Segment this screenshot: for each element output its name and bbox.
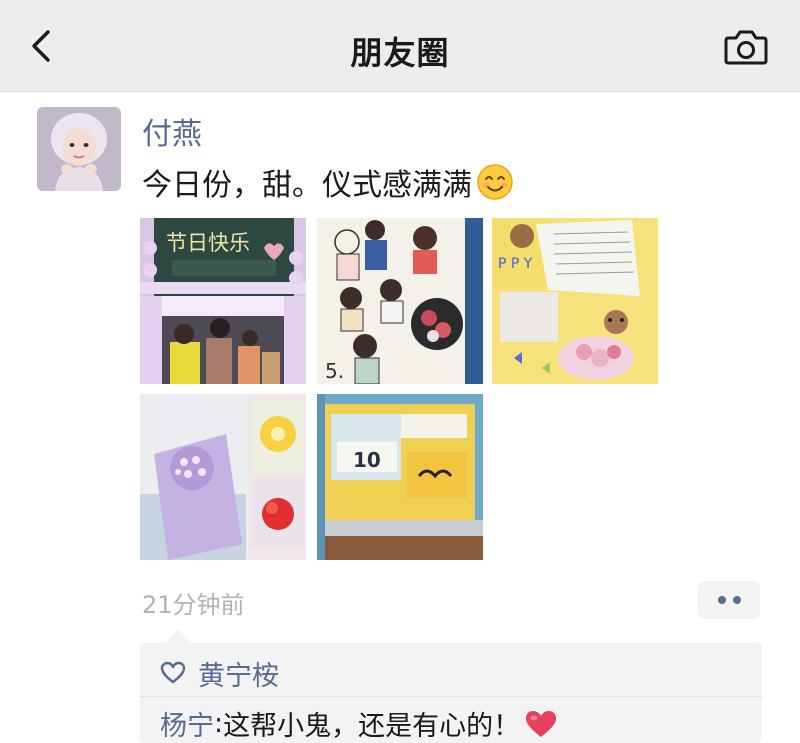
more-dot-icon: [717, 596, 726, 604]
chalkboard-caption: 节日快乐: [166, 231, 250, 255]
comment-separator: :: [214, 708, 224, 739]
post-time: 21分钟前: [142, 591, 245, 619]
divider: [140, 696, 762, 697]
photo-purple-bouquet[interactable]: [140, 394, 306, 560]
author-avatar[interactable]: [37, 107, 121, 191]
post-content: 今日份，甜。仪式感满满: [142, 160, 514, 204]
camera-icon: [724, 30, 768, 65]
like-user-name[interactable]: 黄宁桉: [198, 654, 279, 693]
comment-author[interactable]: 杨宁: [160, 704, 214, 743]
interactions-panel: 黄宁桉 杨宁 : 这帮小鬼，还是有心的！: [140, 629, 762, 743]
post-text: 今日份，甜。仪式感满满: [142, 168, 472, 203]
page-title: 朋友圈: [350, 34, 450, 72]
like-heart-icon: [160, 661, 186, 684]
smiling-face-emoji: [477, 164, 513, 200]
camera-button[interactable]: [722, 27, 770, 67]
drawing-caption: 5.: [325, 359, 344, 383]
top-nav-bar: 朋友圈: [0, 0, 800, 92]
photo-chalkboard-festival[interactable]: 节日快乐: [140, 218, 306, 384]
photo-desk-calendar[interactable]: 10: [317, 394, 483, 560]
svg-text:P P Y: P P Y: [498, 256, 533, 272]
calendar-number: 10: [353, 448, 381, 472]
author-name[interactable]: 付燕: [142, 109, 202, 153]
comment-item[interactable]: 杨宁 : 这帮小鬼，还是有心的！: [160, 704, 558, 743]
more-dot-icon: [732, 596, 741, 604]
red-heart-emoji: [526, 710, 557, 737]
more-actions-button[interactable]: [698, 581, 760, 619]
comment-text: 这帮小鬼，还是有心的！: [223, 711, 521, 742]
photo-yellow-card-bear[interactable]: P P Y: [492, 218, 658, 384]
likes-row: 黄宁桉: [160, 653, 279, 693]
photo-cartoon-drawing[interactable]: 5.: [317, 218, 483, 384]
